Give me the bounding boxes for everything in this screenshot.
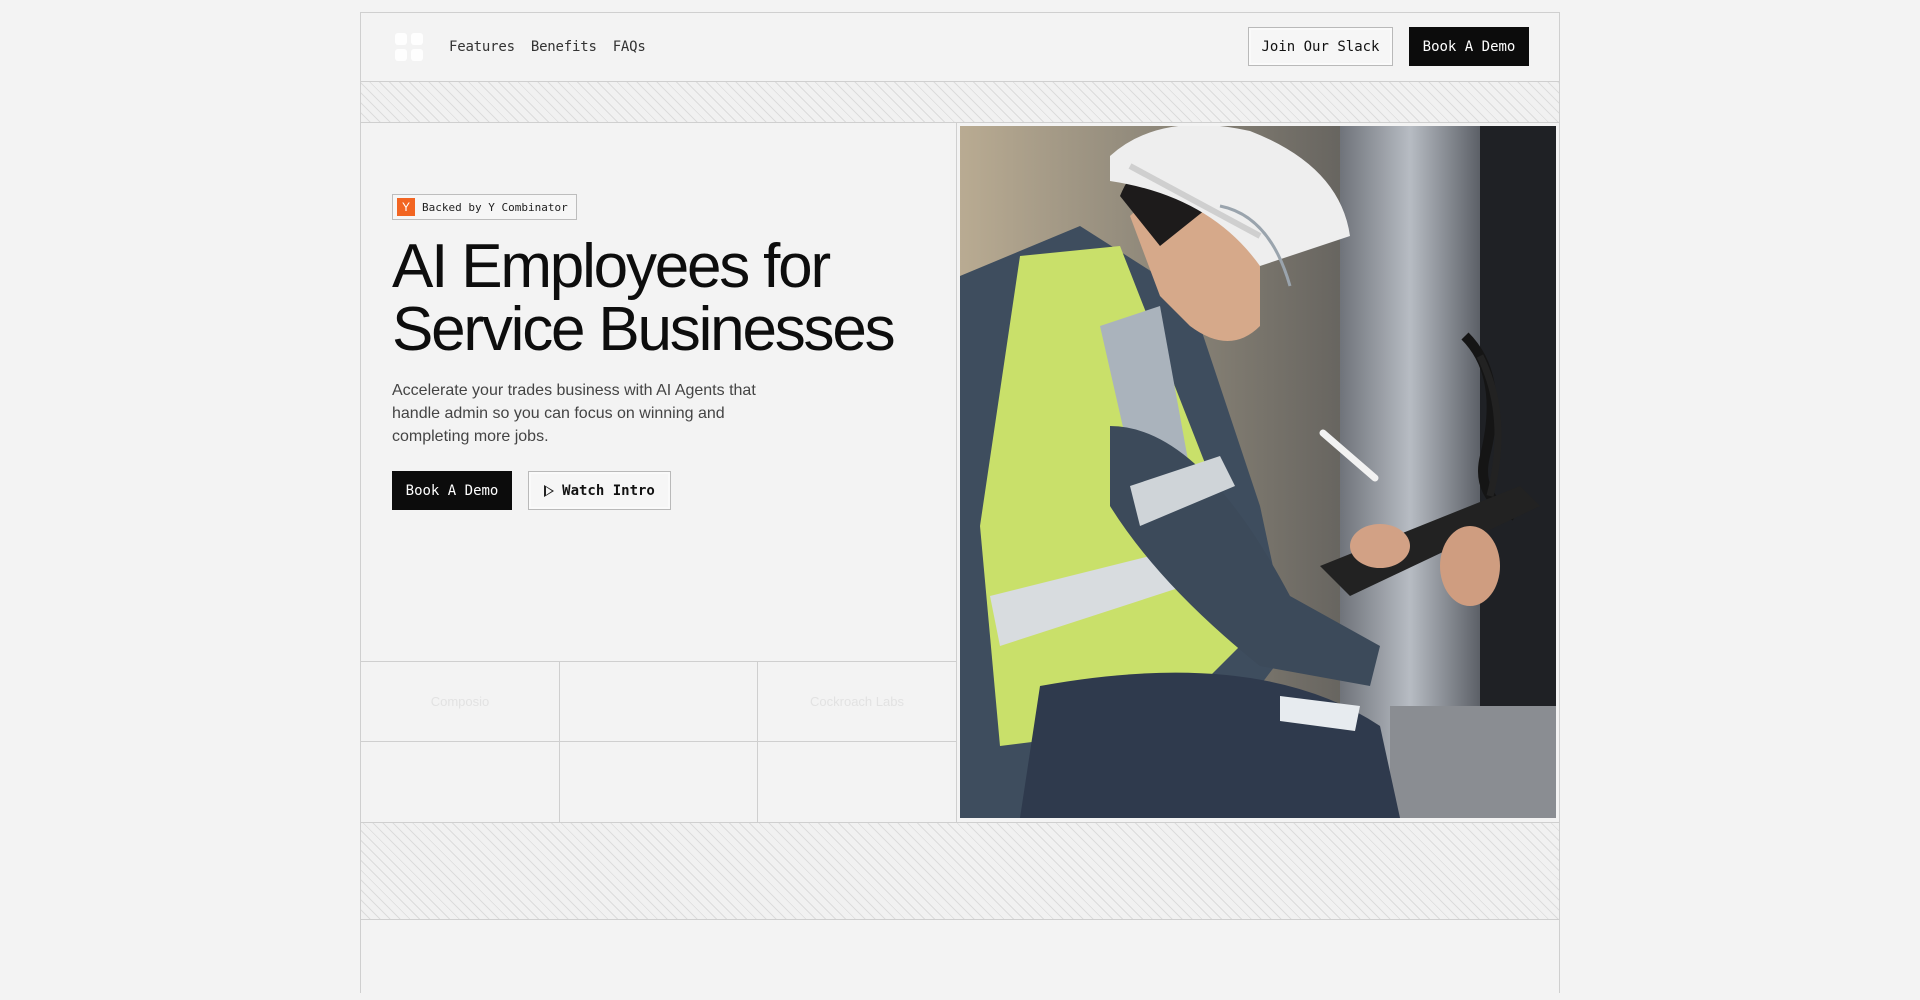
watch-intro-label: Watch Intro xyxy=(562,482,655,499)
hero-title-line-2: Service Businesses xyxy=(392,295,896,364)
brand-logo-icon[interactable] xyxy=(395,33,425,63)
yc-logo-icon: Y xyxy=(397,198,415,216)
yc-badge-text: Backed by Y Combinator xyxy=(422,200,568,214)
hero-title-line-1: AI Employees for xyxy=(392,232,831,301)
yc-badge[interactable]: Y Backed by Y Combinator xyxy=(392,194,577,220)
hero-image xyxy=(960,126,1556,818)
customer-logo-grid: Composio Cockroach Labs xyxy=(361,661,956,822)
hero-title: AI Employees for Service Businesses xyxy=(392,235,952,361)
nav-features[interactable]: Features xyxy=(449,39,515,55)
watch-intro-button[interactable]: Watch Intro xyxy=(528,471,671,510)
customer-logo xyxy=(361,741,560,822)
main-nav: Features Benefits FAQs xyxy=(449,39,646,55)
nav-benefits[interactable]: Benefits xyxy=(531,39,597,55)
customer-logo: Composio xyxy=(361,661,560,741)
hero-content: Y Backed by Y Combinator AI Employees fo… xyxy=(361,123,957,822)
page-frame: Features Benefits FAQs Join Our Slack Bo… xyxy=(360,12,1560,993)
worker-illustration xyxy=(960,126,1556,818)
hero-book-demo-button[interactable]: Book A Demo xyxy=(392,471,512,510)
play-icon xyxy=(544,484,555,497)
join-slack-button[interactable]: Join Our Slack xyxy=(1248,27,1393,66)
decorative-hatch-band xyxy=(361,82,1559,123)
header-book-demo-button[interactable]: Book A Demo xyxy=(1409,27,1529,66)
customer-logo xyxy=(560,661,758,741)
next-section xyxy=(361,920,1559,1000)
customer-logo xyxy=(758,741,956,822)
decorative-hatch-band-lower xyxy=(361,822,1559,920)
customer-logo: Cockroach Labs xyxy=(758,661,956,741)
nav-faqs[interactable]: FAQs xyxy=(613,39,646,55)
customer-logo xyxy=(560,741,758,822)
hero-subtitle: Accelerate your trades business with AI … xyxy=(392,382,756,445)
site-header: Features Benefits FAQs Join Our Slack Bo… xyxy=(361,13,1559,82)
